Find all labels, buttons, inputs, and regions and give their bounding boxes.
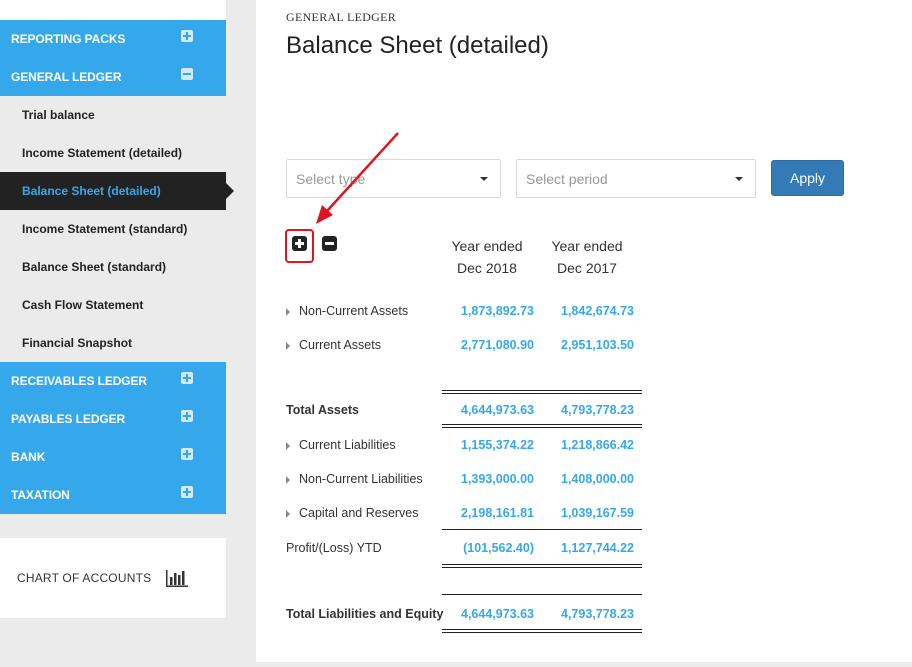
arrow-annotation-icon	[316, 132, 399, 224]
